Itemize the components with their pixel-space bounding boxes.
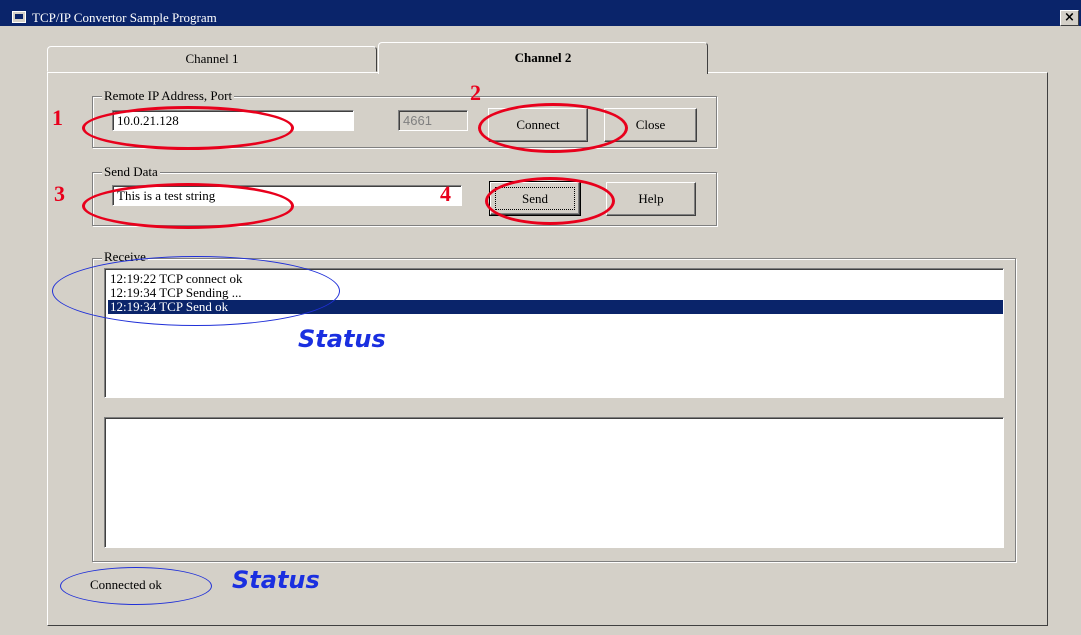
step-3-marker: 3 bbox=[54, 181, 65, 206]
step-3-highlight-ellipse bbox=[82, 183, 294, 229]
status-log-highlight-ellipse bbox=[52, 256, 340, 326]
step-2-marker: 2 bbox=[470, 80, 481, 105]
port-field[interactable]: 4661 bbox=[398, 110, 468, 131]
status-annotation-bottom: Status bbox=[232, 566, 320, 594]
tab-channel-1[interactable]: Channel 1 bbox=[47, 46, 377, 72]
send-data-group-label: Send Data bbox=[102, 164, 160, 180]
remote-address-group-label: Remote IP Address, Port bbox=[102, 88, 235, 104]
tab-channel-2[interactable]: Channel 2 bbox=[378, 42, 708, 74]
window-title: TCP/IP Convertor Sample Program bbox=[32, 10, 217, 25]
step-4-highlight-ellipse bbox=[485, 177, 615, 225]
status-text-highlight-ellipse bbox=[60, 567, 212, 605]
step-1-highlight-ellipse bbox=[82, 106, 294, 150]
step-1-marker: 1 bbox=[52, 105, 63, 130]
step-4-marker: 4 bbox=[440, 181, 451, 206]
help-button[interactable]: Help bbox=[606, 182, 696, 216]
status-annotation-log: Status bbox=[298, 325, 386, 353]
close-window-button[interactable]: × bbox=[1060, 10, 1079, 26]
step-2-highlight-ellipse bbox=[478, 103, 628, 153]
receive-data-textarea[interactable] bbox=[104, 417, 1004, 548]
app-window-icon bbox=[12, 11, 26, 23]
